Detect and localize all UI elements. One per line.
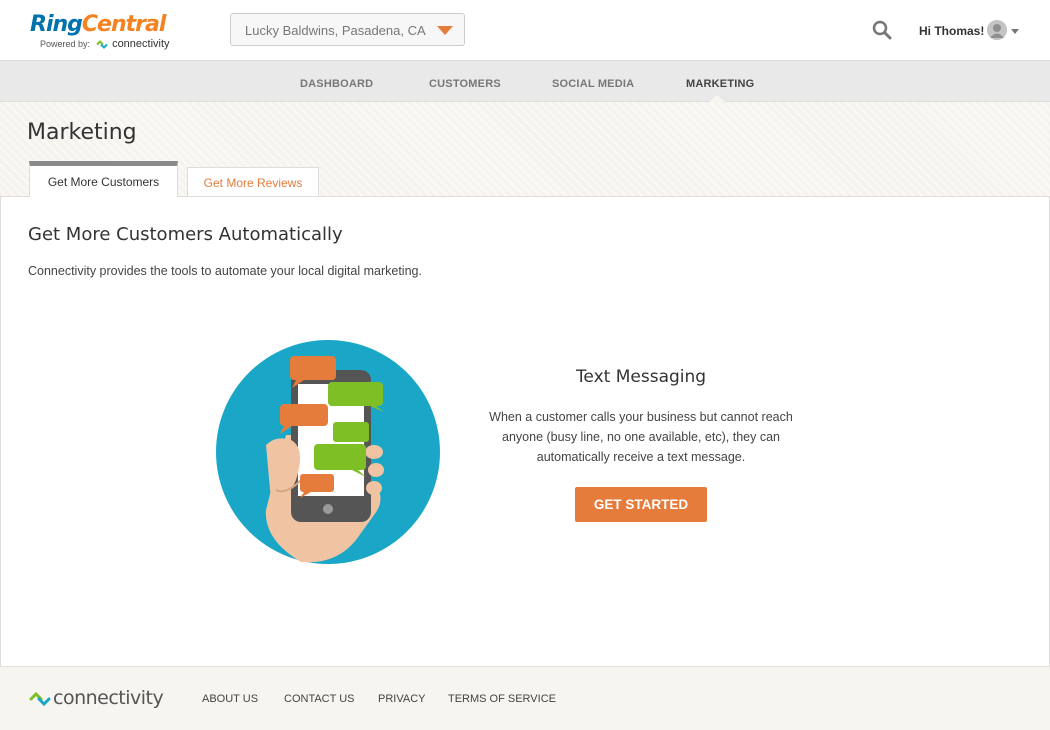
user-greeting: Hi Thomas! [919, 24, 985, 38]
nav-dashboard[interactable]: DASHBOARD [300, 78, 373, 90]
main-content: Get More Customers Automatically Connect… [0, 197, 1050, 666]
logo-wordmark: RingCentral [30, 12, 166, 37]
ringcentral-logo[interactable]: RingCentral Powered by: connectivity [30, 12, 190, 52]
page-header: Marketing Get More Customers Get More Re… [0, 102, 1050, 198]
location-value: Lucky Baldwins, Pasadena, CA [245, 23, 426, 38]
page-title: Marketing [27, 120, 137, 145]
dropdown-arrow-icon [437, 26, 453, 35]
nav-social-media[interactable]: SOCIAL MEDIA [552, 78, 634, 90]
section-heading: Get More Customers Automatically [28, 224, 343, 245]
user-menu[interactable]: Hi Thomas! [919, 19, 1024, 43]
footer-link-contact[interactable]: CONTACT US [284, 693, 355, 705]
footer-logo-text: connectivity [53, 687, 164, 709]
chevron-down-icon [1011, 29, 1019, 34]
tab-get-more-customers[interactable]: Get More Customers [29, 161, 178, 198]
footer-link-terms[interactable]: TERMS OF SERVICE [448, 693, 556, 705]
user-avatar-icon [987, 20, 1007, 40]
section-description: Connectivity provides the tools to autom… [28, 264, 422, 278]
feature-text-messaging: Text Messaging When a customer calls you… [471, 367, 811, 522]
powered-by: Powered by: connectivity [40, 38, 170, 50]
main-nav: DASHBOARD CUSTOMERS SOCIAL MEDIA MARKETI… [0, 60, 1050, 102]
feature-description: When a customer calls your business but … [489, 410, 793, 464]
connectivity-logo[interactable]: connectivity [29, 687, 164, 711]
connectivity-mark-icon [95, 40, 108, 50]
location-select[interactable]: Lucky Baldwins, Pasadena, CA [230, 13, 465, 46]
feature-title: Text Messaging [575, 367, 707, 387]
footer-link-privacy[interactable]: PRIVACY [378, 693, 425, 705]
header: RingCentral Powered by: connectivity Luc… [0, 0, 1050, 60]
search-icon[interactable] [872, 20, 894, 42]
connectivity-mark-icon [29, 691, 51, 707]
nav-active-pointer [708, 95, 726, 103]
footer: connectivity ABOUT US CONTACT US PRIVACY… [0, 666, 1050, 730]
nav-customers[interactable]: CUSTOMERS [429, 78, 501, 90]
tab-get-more-reviews[interactable]: Get More Reviews [187, 167, 319, 197]
get-started-button[interactable]: GET STARTED [575, 487, 707, 522]
footer-link-about[interactable]: ABOUT US [202, 693, 258, 705]
nav-marketing[interactable]: MARKETING [686, 78, 754, 90]
phone-messaging-illustration [216, 340, 441, 565]
